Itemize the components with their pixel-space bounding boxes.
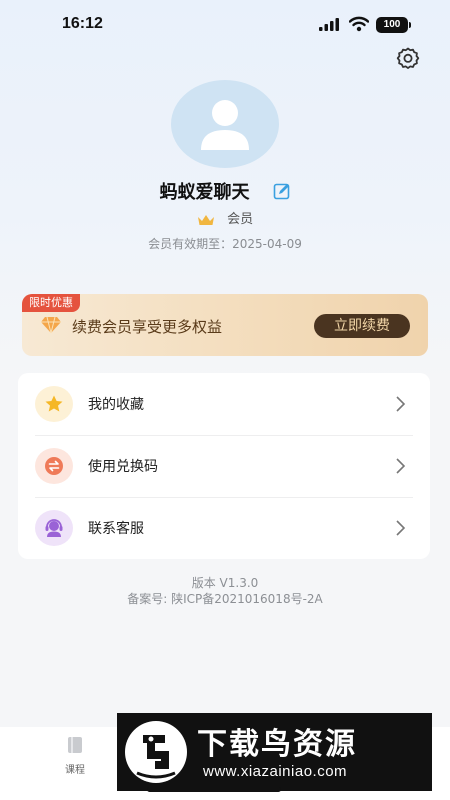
- customer-service-icon: [45, 519, 63, 537]
- menu-item-label: 联系客服: [88, 521, 144, 537]
- wifi-icon: [349, 16, 369, 32]
- menu-item-label: 使用兑换码: [88, 459, 158, 475]
- customer-service-icon-background: [35, 510, 73, 546]
- tab-course[interactable]: 课程: [60, 735, 90, 776]
- redeem-icon-background: [35, 448, 73, 484]
- chevron-right-icon: [396, 458, 406, 474]
- default-avatar-icon: [201, 100, 249, 150]
- chevron-right-icon: [396, 396, 406, 412]
- promo-text: 续费会员享受更多权益: [72, 318, 223, 336]
- avatar[interactable]: [171, 80, 279, 168]
- crown-icon: [197, 214, 214, 225]
- menu-item-label: 我的收藏: [88, 397, 144, 413]
- limited-offer-tag: 限时优惠: [22, 294, 80, 312]
- cellular-signal-icon: [319, 18, 339, 31]
- bird-logo-icon: [136, 735, 176, 779]
- icp-record: 备案号: 陕ICP备2021016018号-2A: [127, 592, 323, 606]
- settings-gear-icon[interactable]: [395, 46, 421, 72]
- favorites-icon-background: [35, 386, 73, 422]
- username-row: 蚂蚁爱聊天: [0, 178, 450, 204]
- menu-item-redeem-code[interactable]: 使用兑换码: [18, 435, 430, 497]
- menu-item-favorites[interactable]: 我的收藏: [18, 373, 430, 435]
- edit-icon[interactable]: [273, 182, 291, 200]
- exchange-icon: [45, 457, 63, 475]
- book-icon: [68, 737, 82, 753]
- renewal-promo-card[interactable]: 限时优惠 续费会员享受更多权益 立即续费: [22, 294, 428, 356]
- battery-indicator: 100: [376, 17, 411, 33]
- chevron-right-icon: [396, 520, 406, 536]
- watermark-title: 下载鸟资源: [197, 727, 357, 762]
- watermark-logo: [125, 721, 187, 783]
- membership-expiry: 会员有效期至：2025-04-09: [148, 237, 302, 251]
- watermark-banner: 下载鸟资源 www.xiazainiao.com: [117, 713, 432, 791]
- app-version: 版本 V1.3.0: [191, 576, 259, 590]
- home-indicator: [147, 787, 281, 792]
- member-status: 会员: [0, 208, 450, 227]
- username: 蚂蚁爱聊天: [159, 182, 250, 203]
- menu-card: 我的收藏 使用兑换码 联系客服: [18, 373, 430, 559]
- renew-now-button[interactable]: 立即续费: [314, 314, 410, 338]
- member-label: 会员: [227, 212, 254, 227]
- status-time: 16:12: [62, 15, 103, 32]
- star-icon: [45, 395, 63, 412]
- menu-item-customer-service[interactable]: 联系客服: [18, 497, 430, 559]
- watermark-url: www.xiazainiao.com: [203, 763, 348, 780]
- status-bar: 16:12 100: [0, 0, 450, 50]
- tab-course-label: 课程: [65, 765, 85, 776]
- diamond-icon: [41, 316, 61, 334]
